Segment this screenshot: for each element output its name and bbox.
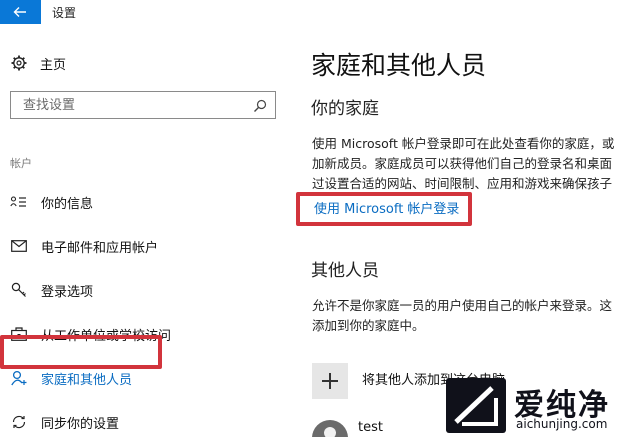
watermark-logo bbox=[446, 378, 506, 433]
family-description: 使用 Microsoft 帐户登录即可在此处查看你的家庭，或 加新成员。家庭成员… bbox=[312, 134, 640, 194]
page-title: 家庭和其他人员 bbox=[311, 51, 487, 80]
others-description-line: 允许不是你家庭一员的用户使用自己的帐户来登录。这 bbox=[312, 298, 613, 313]
family-description-line: 使用 Microsoft 帐户登录即可在此处查看你的家庭，或 bbox=[312, 136, 615, 151]
main-content: 家庭和其他人员 你的家庭 使用 Microsoft 帐户登录即可在此处查看你的家… bbox=[296, 24, 640, 437]
sidebar: 主页 帐户 你的信息 bbox=[0, 24, 296, 437]
back-button[interactable] bbox=[0, 0, 41, 24]
plus-icon bbox=[312, 363, 348, 399]
family-description-line: 加新成员。家庭成员可以获得他们自己的登录名和桌面 bbox=[312, 156, 613, 171]
arrow-left-icon bbox=[13, 7, 26, 17]
watermark-url: aichunjing.com bbox=[516, 417, 608, 431]
family-description-line: 过设置合适的网站、时间限制、应用和游戏来确保孩子 bbox=[312, 176, 613, 191]
search-icon[interactable] bbox=[253, 98, 267, 117]
sidebar-item-label: 你的信息 bbox=[41, 196, 94, 212]
gear-icon bbox=[10, 54, 28, 72]
family-heading: 你的家庭 bbox=[311, 99, 379, 119]
sidebar-item-email-accounts[interactable]: 电子邮件和应用帐户 bbox=[10, 235, 280, 257]
avatar-icon bbox=[312, 420, 348, 437]
others-description: 允许不是你家庭一员的用户使用自己的帐户来登录。这 添加到你的家庭中。 bbox=[312, 296, 640, 336]
key-icon bbox=[10, 281, 28, 299]
sidebar-item-label: 电子邮件和应用帐户 bbox=[41, 240, 159, 256]
person-card-icon bbox=[10, 193, 28, 211]
highlight-box-nav bbox=[0, 335, 162, 369]
sync-icon bbox=[10, 413, 28, 431]
mail-icon bbox=[10, 237, 28, 255]
watermark: 爱纯净 aichunjing.com bbox=[440, 378, 640, 437]
others-heading: 其他人员 bbox=[311, 261, 379, 281]
window-title: 设置 bbox=[52, 6, 77, 20]
sidebar-item-label: 家庭和其他人员 bbox=[41, 372, 133, 388]
sidebar-item-family-others[interactable]: 家庭和其他人员 bbox=[10, 367, 280, 389]
sidebar-item-label: 同步你的设置 bbox=[41, 416, 120, 432]
search-box[interactable] bbox=[10, 91, 276, 119]
sidebar-home[interactable]: 主页 bbox=[10, 52, 66, 74]
sidebar-item-sync-settings[interactable]: 同步你的设置 bbox=[10, 411, 280, 433]
sidebar-item-sign-in-options[interactable]: 登录选项 bbox=[10, 279, 280, 301]
sidebar-item-label: 登录选项 bbox=[41, 284, 94, 300]
title-bar: 设置 bbox=[0, 0, 640, 24]
user-name: test bbox=[358, 420, 383, 435]
others-description-line: 添加到你的家庭中。 bbox=[312, 318, 425, 333]
home-label: 主页 bbox=[40, 57, 67, 73]
section-label-accounts: 帐户 bbox=[10, 157, 32, 170]
sign-in-microsoft-link[interactable]: 使用 Microsoft 帐户登录 bbox=[314, 198, 459, 217]
person-add-icon bbox=[10, 369, 28, 387]
search-input[interactable] bbox=[11, 92, 247, 118]
sidebar-item-your-info[interactable]: 你的信息 bbox=[10, 191, 280, 213]
